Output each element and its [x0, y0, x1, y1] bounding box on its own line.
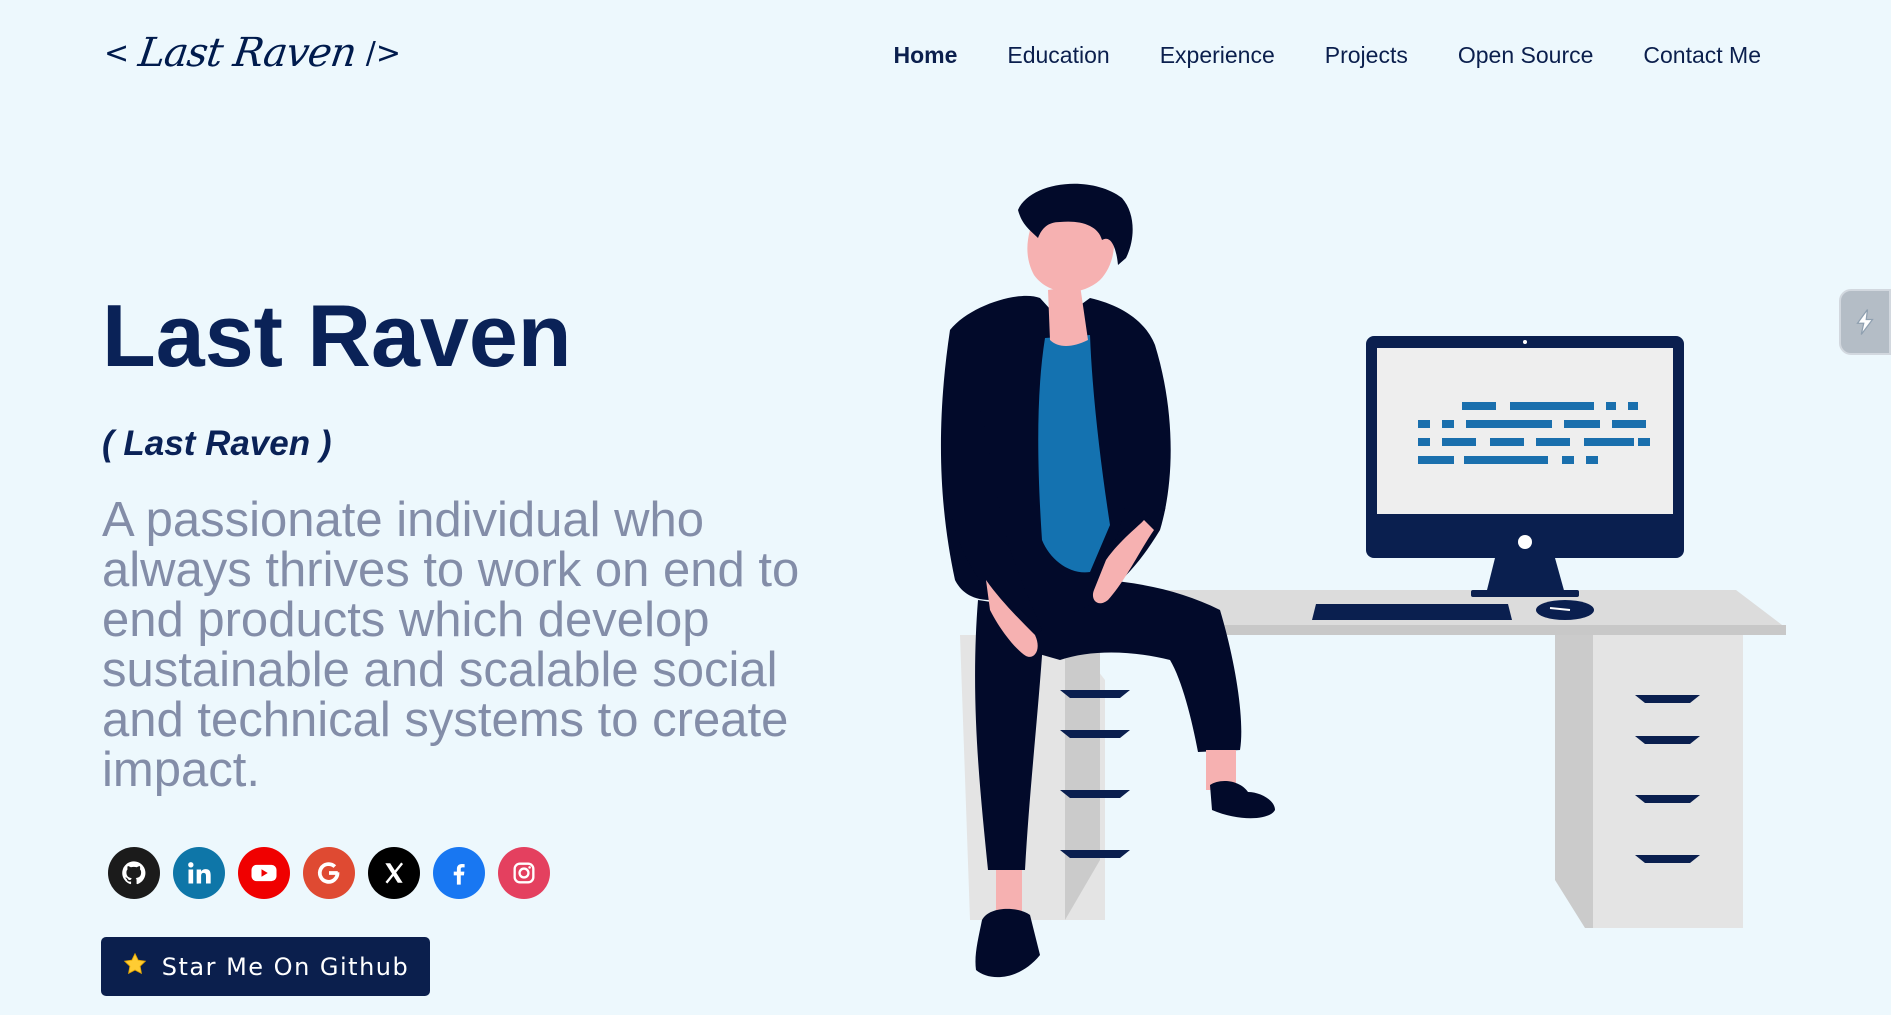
instagram-icon[interactable] [498, 847, 550, 899]
star-icon [122, 951, 148, 983]
youtube-icon[interactable] [238, 847, 290, 899]
hero-subtitle: ( Last Raven ) [102, 424, 332, 463]
lightning-icon [1856, 309, 1874, 335]
google-icon[interactable] [303, 847, 355, 899]
nav-education[interactable]: Education [1007, 42, 1109, 69]
logo-open-bracket: < [104, 35, 130, 71]
facebook-icon[interactable] [433, 847, 485, 899]
nav-contact-me[interactable]: Contact Me [1643, 42, 1761, 69]
site-logo[interactable]: < Last Raven /> [104, 30, 401, 76]
logo-signature: Last Raven [135, 30, 360, 76]
linkedin-icon[interactable] [173, 847, 225, 899]
nav-projects[interactable]: Projects [1325, 42, 1408, 69]
keyboard [1312, 604, 1512, 620]
monitor [1366, 336, 1684, 597]
star-button-label: Star Me On Github [161, 952, 410, 981]
side-drawer-tab[interactable] [1839, 289, 1891, 355]
star-on-github-button[interactable]: Star Me On Github [101, 937, 430, 996]
hero-title: Last Raven [102, 286, 572, 385]
github-icon[interactable] [108, 847, 160, 899]
nav-experience[interactable]: Experience [1160, 42, 1275, 69]
main-nav: Home Education Experience Projects Open … [893, 42, 1761, 69]
hero-description: A passionate individual who always thriv… [102, 493, 800, 797]
person-figure [940, 183, 1275, 978]
x-icon[interactable] [368, 847, 420, 899]
nav-home[interactable]: Home [893, 42, 957, 69]
social-links [108, 847, 550, 899]
developer-desk-illustration [940, 183, 1786, 978]
logo-close-bracket: /> [365, 35, 402, 71]
nav-open-source[interactable]: Open Source [1458, 42, 1594, 69]
